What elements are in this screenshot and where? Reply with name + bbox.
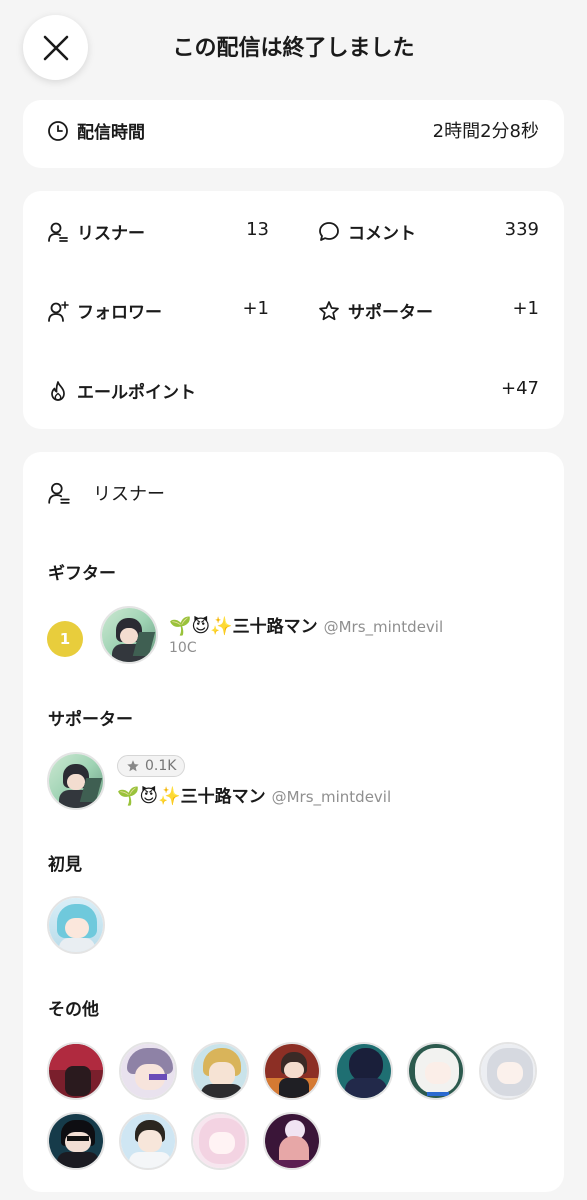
listeners-section-title: リスナー: [93, 484, 165, 505]
user-handle: @Mrs_mintdevil: [323, 618, 444, 636]
gifter-row[interactable]: 1 🌱😈✨三十路マン @Mrs_mintdevil 10C: [47, 606, 547, 670]
avatar[interactable]: [47, 752, 105, 810]
stat-comments: コメント: [318, 219, 416, 244]
gift-amount: 10C: [169, 640, 197, 656]
avatar[interactable]: [263, 1112, 321, 1170]
stat-followers-label: フォロワー: [77, 303, 162, 323]
flame-icon: [51, 380, 65, 401]
gifter-name-line: 🌱😈✨三十路マン @Mrs_mintdevil: [169, 612, 443, 637]
stat-comments-value: 339: [504, 219, 539, 240]
stat-followers: フォロワー: [47, 298, 162, 323]
avatar[interactable]: [119, 1042, 177, 1100]
person-list-icon: [48, 482, 70, 504]
stat-yell-points-label: エールポイント: [77, 383, 196, 403]
stat-supporters: サポーター: [318, 298, 433, 323]
supporter-badge-value: 0.1K: [145, 758, 177, 774]
person-list-icon: [48, 222, 68, 242]
user-handle: @Mrs_mintdevil: [271, 788, 392, 806]
user-emoji: 🌱😈✨: [169, 616, 233, 637]
avatar[interactable]: [191, 1112, 249, 1170]
avatar[interactable]: [191, 1042, 249, 1100]
stats-card: リスナー 13 コメント 339 フォロワー +1 サポーター +1 エールポイ…: [23, 191, 564, 429]
duration-row: 配信時間: [47, 118, 145, 143]
stat-followers-value: +1: [242, 298, 269, 319]
user-emoji: 🌱😈✨: [117, 786, 181, 807]
stat-yell-points-value: +47: [501, 378, 539, 399]
star-icon: [127, 760, 139, 772]
supporter-name-line: 🌱😈✨三十路マン @Mrs_mintdevil: [117, 782, 391, 807]
supporters-label: サポーター: [48, 710, 133, 730]
listeners-section-header: リスナー: [47, 480, 165, 506]
avatar[interactable]: [263, 1042, 321, 1100]
speech-bubble-icon: [319, 221, 339, 241]
stat-listeners: リスナー: [47, 219, 145, 244]
listeners-card: リスナー ギフター 1 🌱😈✨三十路マン @Mrs_mintdevil 10C サ…: [23, 452, 564, 1192]
gifters-label: ギフター: [48, 564, 116, 584]
stat-supporters-label: サポーター: [348, 303, 433, 323]
rank-badge: 1: [47, 621, 83, 657]
rank-number: 1: [59, 630, 71, 648]
avatar[interactable]: [47, 1112, 105, 1170]
header-bar: この配信は終了しました: [0, 0, 587, 96]
others-label: その他: [48, 1000, 99, 1020]
page-title: この配信は終了しました: [172, 36, 415, 61]
avatar[interactable]: [47, 896, 105, 954]
avatar[interactable]: [100, 606, 158, 664]
avatar[interactable]: [407, 1042, 465, 1100]
duration-value: 2時間2分8秒: [432, 121, 539, 142]
clock-icon: [48, 120, 68, 141]
stat-yell-points: エールポイント: [47, 378, 196, 403]
supporter-badge: 0.1K: [117, 755, 186, 777]
duration-card: 配信時間 2時間2分8秒: [23, 100, 564, 168]
avatar[interactable]: [119, 1112, 177, 1170]
avatar[interactable]: [47, 1042, 105, 1100]
supporter-row[interactable]: 0.1K 🌱😈✨三十路マン @Mrs_mintdevil: [47, 752, 547, 816]
stat-supporters-value: +1: [512, 298, 539, 319]
avatar[interactable]: [479, 1042, 537, 1100]
avatar[interactable]: [335, 1042, 393, 1100]
stat-comments-label: コメント: [348, 224, 416, 244]
user-name: 三十路マン: [232, 617, 318, 637]
user-name: 三十路マン: [180, 787, 266, 807]
stat-listeners-value: 13: [246, 219, 269, 240]
person-plus-icon: [48, 300, 69, 322]
duration-label: 配信時間: [77, 123, 145, 143]
stat-listeners-label: リスナー: [77, 224, 145, 244]
star-icon: [319, 300, 339, 320]
first-time-label: 初見: [48, 855, 82, 875]
